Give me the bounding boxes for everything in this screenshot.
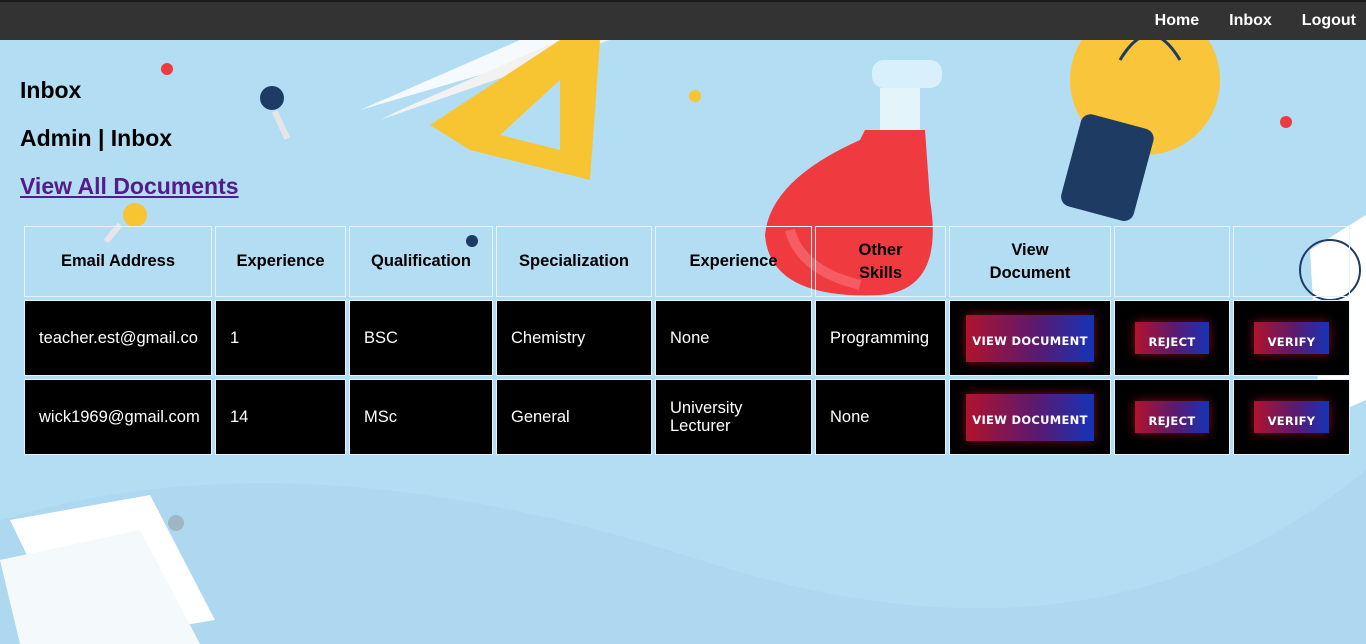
pushpin-icon <box>260 86 291 140</box>
nav-links: Home Inbox Logout <box>1125 2 1356 40</box>
cell-email: wick1969@gmail.com <box>24 379 212 455</box>
cell-reject: REJECT <box>1114 300 1230 376</box>
nav-inbox-link[interactable]: Inbox <box>1229 12 1272 30</box>
header-experience-2: Experience <box>655 226 812 297</box>
header-specialization: Specialization <box>496 226 652 297</box>
nav-home-link[interactable]: Home <box>1155 12 1199 30</box>
cell-other-skills: Programming <box>815 300 946 376</box>
page-title: Inbox <box>20 77 82 103</box>
header-other-skills: Other Skills <box>815 226 946 297</box>
cell-experience: 1 <box>215 300 346 376</box>
cell-view-document: VIEW DOCUMENT <box>949 300 1111 376</box>
verify-button[interactable]: VERIFY <box>1254 401 1329 433</box>
table-header-row: Email Address Experience Qualification S… <box>24 226 1350 297</box>
view-document-button[interactable]: VIEW DOCUMENT <box>966 393 1094 441</box>
cell-qualification: BSC <box>349 300 493 376</box>
cell-verify: VERIFY <box>1233 300 1350 376</box>
cell-experience-2: University Lecturer <box>655 379 812 455</box>
verify-button[interactable]: VERIFY <box>1254 322 1329 354</box>
triangle-icon <box>430 40 600 180</box>
cell-specialization: General <box>496 379 652 455</box>
page-subtitle: Admin | Inbox <box>20 125 173 151</box>
cell-experience-2: None <box>655 300 812 376</box>
header-qualification: Qualification <box>349 226 493 297</box>
cell-qualification: MSc <box>349 379 493 455</box>
cell-reject: REJECT <box>1114 379 1230 455</box>
header-email: Email Address <box>24 226 212 297</box>
cell-view-document: VIEW DOCUMENT <box>949 379 1111 455</box>
cell-experience: 14 <box>215 379 346 455</box>
cell-email: teacher.est@gmail.co <box>24 300 212 376</box>
cell-verify: VERIFY <box>1233 379 1350 455</box>
table-row: wick1969@gmail.com 14 MSc General Univer… <box>24 379 1350 455</box>
view-document-button[interactable]: VIEW DOCUMENT <box>966 314 1094 362</box>
nav-logout-link[interactable]: Logout <box>1302 12 1356 30</box>
header-reject <box>1114 226 1230 297</box>
notebook-icon <box>0 495 215 644</box>
reject-button[interactable]: REJECT <box>1135 322 1209 354</box>
header-view-document: View Document <box>949 226 1111 297</box>
header-verify <box>1233 226 1350 297</box>
top-navbar: Home Inbox Logout <box>0 0 1366 40</box>
header-experience: Experience <box>215 226 346 297</box>
reject-button[interactable]: REJECT <box>1135 401 1209 433</box>
documents-table: Email Address Experience Qualification S… <box>21 223 1353 458</box>
cell-specialization: Chemistry <box>496 300 652 376</box>
ruler-icon <box>360 40 610 120</box>
table-row: teacher.est@gmail.co 1 BSC Chemistry Non… <box>24 300 1350 376</box>
view-all-documents-link[interactable]: View All Documents <box>20 173 239 200</box>
cell-other-skills: None <box>815 379 946 455</box>
